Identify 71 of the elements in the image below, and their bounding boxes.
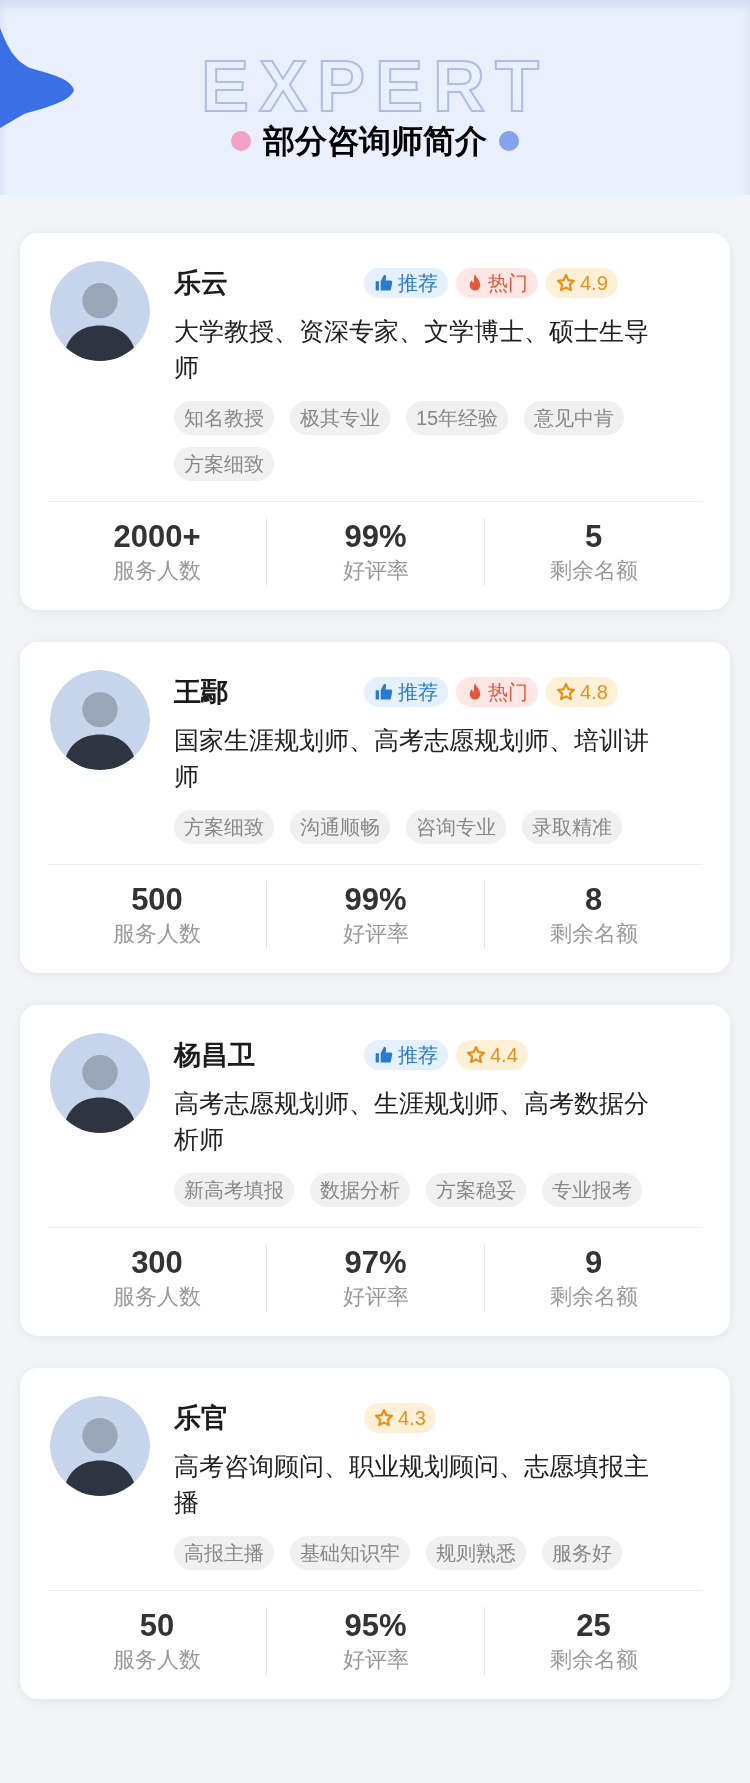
thumbs-up-icon [374, 273, 394, 293]
rating-badge: 4.8 [546, 677, 618, 707]
tag: 方案稳妥 [426, 1173, 526, 1207]
stat-label: 服务人数 [113, 1283, 201, 1311]
stat-value: 300 [131, 1244, 183, 1282]
stat-value: 97% [344, 1244, 407, 1282]
stat-label: 剩余名额 [549, 557, 638, 585]
tag: 15年经验 [406, 401, 509, 435]
tag: 知名教授 [174, 401, 274, 435]
recommend-badge: 推荐 [364, 268, 448, 298]
stat-label: 好评率 [342, 1283, 409, 1311]
tag: 方案细致 [174, 810, 274, 844]
tag: 规则熟悉 [426, 1536, 526, 1570]
stat-value: 9 [584, 1244, 603, 1282]
stat-value: 2000+ [113, 518, 201, 556]
tag: 数据分析 [310, 1173, 410, 1207]
counselor-card[interactable]: 乐云 推荐 热门 4.9 大学教授、资深专家、文学博士、硕士生导师 知名教授 极其专业 15年经验 意见中肯 方案细致 2000+ 服务人数 99% 好评率 5 剩余名额 [20, 233, 730, 610]
counselor-name: 王鄢 [174, 675, 229, 709]
stat-label: 剩余名额 [549, 920, 638, 948]
counselor-title: 大学教授、资深专家、文学博士、硕士生导师 [174, 316, 650, 383]
recommend-badge: 推荐 [364, 677, 448, 707]
counselor-name: 乐官 [174, 1401, 229, 1435]
counselor-name: 杨昌卫 [174, 1038, 256, 1072]
counselor-name: 乐云 [174, 266, 229, 300]
recommend-badge: 推荐 [364, 1040, 448, 1070]
star-icon [556, 682, 576, 702]
hot-badge: 热门 [456, 268, 538, 298]
tag: 专业报考 [542, 1173, 642, 1207]
stat-value: 95% [344, 1607, 407, 1645]
thumbs-up-icon [374, 682, 394, 702]
star-icon [374, 1408, 394, 1428]
star-icon [466, 1045, 486, 1065]
tag: 录取精准 [522, 810, 622, 844]
stat-value: 8 [584, 881, 603, 919]
rating-badge: 4.9 [546, 268, 618, 298]
section-title: 部分咨询师简介 [263, 122, 487, 161]
stat-value: 99% [344, 518, 407, 556]
tag: 极其专业 [290, 401, 390, 435]
rating-badge: 4.4 [456, 1040, 528, 1070]
tag: 新高考填报 [174, 1173, 294, 1207]
counselor-card[interactable]: 乐官 4.3 高考咨询顾问、职业规划顾问、志愿填报主播 高报主播 基础知识牢 规则熟悉 服务好 50 服务人数 95% 好评率 25 剩余名额 [20, 1368, 730, 1699]
stat-label: 剩余名额 [549, 1283, 638, 1311]
counselor-title: 高考志愿规划师、生涯规划师、高考数据分析师 [174, 1088, 650, 1155]
counselor-title: 国家生涯规划师、高考志愿规划师、培训讲师 [174, 725, 650, 792]
tag: 沟通顺畅 [290, 810, 390, 844]
tag: 咨询专业 [406, 810, 506, 844]
stat-label: 好评率 [342, 557, 409, 585]
counselor-title: 高考咨询顾问、职业规划顾问、志愿填报主播 [174, 1451, 650, 1518]
tag: 方案细致 [174, 447, 274, 481]
counselor-card[interactable]: 王鄢 推荐 热门 4.8 国家生涯规划师、高考志愿规划师、培训讲师 方案细致 沟通顺畅 咨询专业 录取精准 500 服务人数 99% 好评率 8 剩余名额 [20, 642, 730, 973]
tag: 服务好 [542, 1536, 622, 1570]
stat-value: 500 [131, 881, 183, 919]
tag: 基础知识牢 [290, 1536, 410, 1570]
rating-badge: 4.3 [364, 1403, 436, 1433]
background-word: EXPERT [200, 50, 550, 122]
stat-label: 好评率 [342, 920, 409, 948]
stat-value: 25 [576, 1607, 611, 1645]
stat-value: 5 [584, 518, 603, 556]
stat-label: 剩余名额 [549, 1646, 638, 1674]
counselor-card[interactable]: 杨昌卫 推荐 4.4 高考志愿规划师、生涯规划师、高考数据分析师 新高考填报 数据分析 方案稳妥 专业报考 300 服务人数 97% 好评率 9 剩余名额 [20, 1005, 730, 1336]
stat-label: 服务人数 [113, 1646, 201, 1674]
thumbs-up-icon [374, 1045, 394, 1065]
tag: 意见中肯 [524, 401, 625, 435]
star-icon [556, 273, 576, 293]
stat-label: 服务人数 [113, 557, 201, 585]
stat-value: 50 [139, 1607, 175, 1645]
stat-value: 99% [344, 881, 407, 919]
tag: 高报主播 [174, 1536, 274, 1570]
hot-badge: 热门 [456, 677, 538, 707]
stat-label: 好评率 [342, 1646, 409, 1674]
stat-label: 服务人数 [113, 920, 201, 948]
